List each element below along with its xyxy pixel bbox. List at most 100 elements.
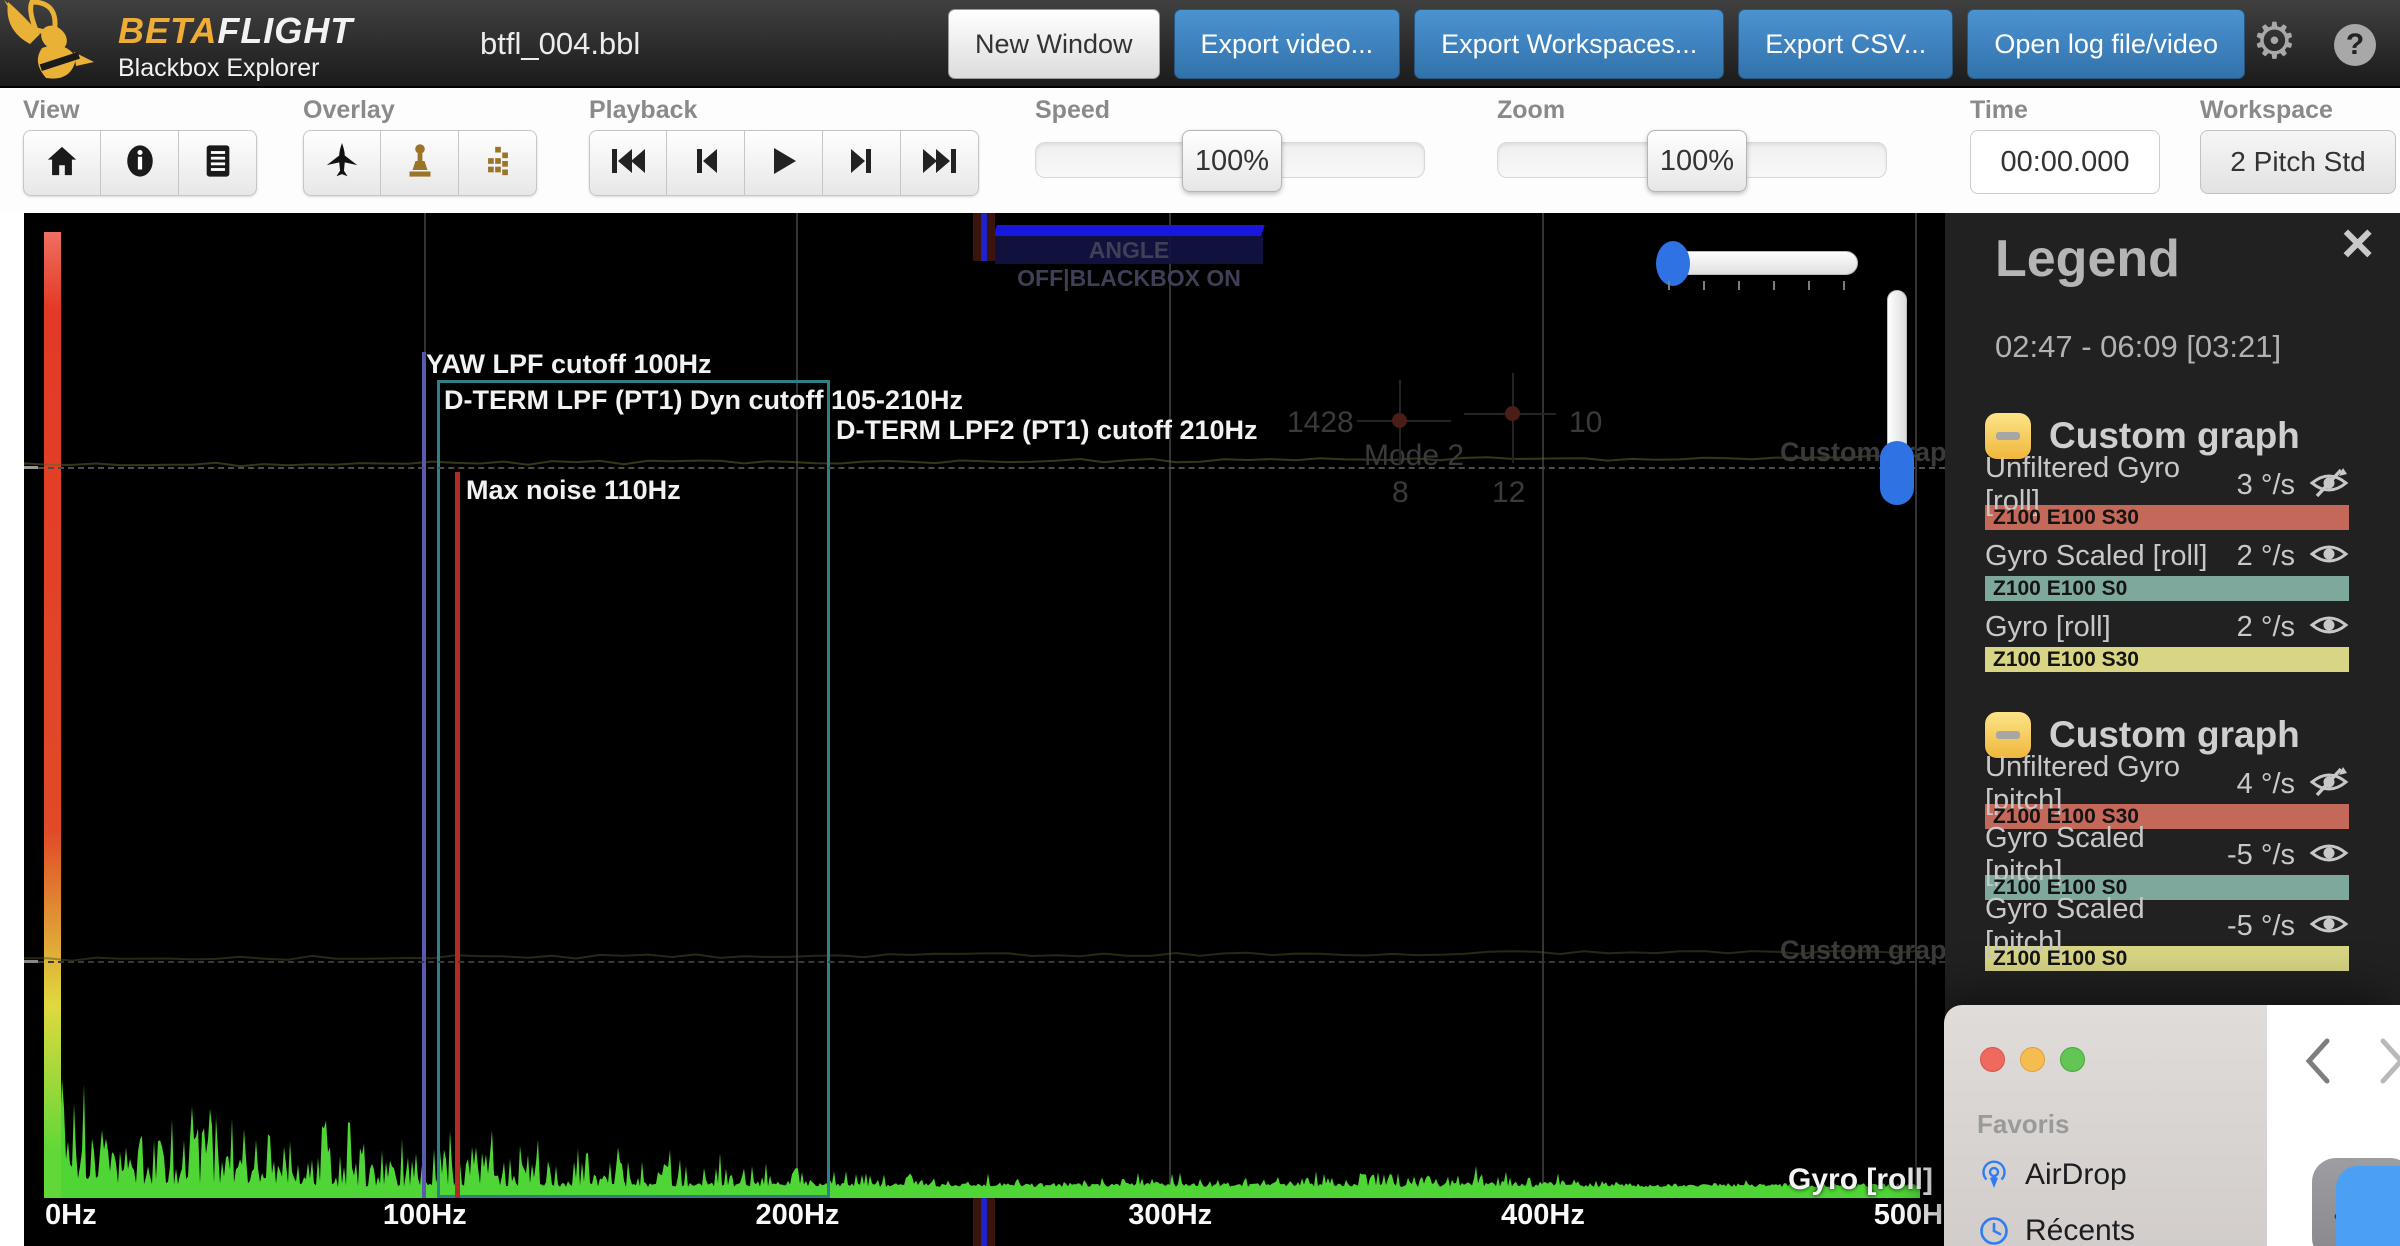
eye-slash-icon[interactable] xyxy=(2309,467,2349,503)
minimize-traffic-light[interactable] xyxy=(2020,1047,2045,1072)
slider-tick xyxy=(1843,281,1845,290)
event-flag-strip xyxy=(993,225,1265,236)
legend-entry-value: 2 °/s xyxy=(2236,539,2295,572)
slider-tick xyxy=(1738,281,1740,290)
time-field[interactable]: 00:00.000 xyxy=(1970,130,2160,194)
stick-position-dot-right xyxy=(1505,406,1520,421)
dterm-lpf2-annotation: D-TERM LPF2 (PT1) cutoff 210Hz xyxy=(836,415,1258,445)
view-label: View xyxy=(23,96,80,124)
betaflight-bee-icon xyxy=(2,0,114,91)
craft-button[interactable] xyxy=(381,130,459,196)
home-button[interactable] xyxy=(23,130,101,196)
axis-tick-200Hz: 200Hz xyxy=(755,1199,840,1231)
step-forward-icon xyxy=(847,146,877,181)
step-back-icon xyxy=(691,146,721,181)
header-button-export-csv[interactable]: Export CSV... xyxy=(1738,9,1954,79)
playback-label: Playback xyxy=(589,96,698,124)
chevron-right-icon[interactable] xyxy=(2379,1037,2400,1090)
legend-entry-value: 3 °/s xyxy=(2236,468,2295,501)
legend-entry-settings-bar[interactable]: Z100 E100 S0 xyxy=(1985,576,2349,601)
view-button-group xyxy=(23,130,257,196)
play-button[interactable] xyxy=(745,130,823,196)
legend-title: Legend xyxy=(1995,230,2180,288)
eye-icon[interactable] xyxy=(2309,909,2349,944)
legend-entry-name[interactable]: Gyro [roll] xyxy=(1985,611,2237,644)
legend-entry-settings-bar[interactable]: Z100 E100 S30 xyxy=(1985,647,2349,672)
skip-end-button[interactable] xyxy=(901,130,979,196)
stick-value-right: 10 xyxy=(1569,406,1603,439)
app-logo: BETAFLIGHT Blackbox Explorer xyxy=(118,10,353,83)
workspace-select[interactable]: 2 Pitch Std xyxy=(2200,130,2396,194)
step-forward-button[interactable] xyxy=(823,130,901,196)
series-label: Gyro [roll] xyxy=(1788,1163,1934,1196)
header-button-export-video[interactable]: Export video... xyxy=(1173,9,1401,79)
axis-tick-100Hz: 100Hz xyxy=(382,1199,467,1231)
info-button[interactable] xyxy=(101,130,179,196)
open-file-title: btfl_004.bbl xyxy=(480,26,641,61)
section-tick-1 xyxy=(24,466,38,469)
legend-entry: Unfiltered Gyro [roll] 3 °/s Z100 E100 S30 xyxy=(1985,452,2349,530)
header-button-row: New Window Export video... Export Workspac… xyxy=(948,9,2245,79)
spectrum-graph[interactable]: YAW LPF cutoff 100Hz D-TERM LPF (PT1) Dy… xyxy=(24,213,1945,1246)
close-traffic-light[interactable] xyxy=(1980,1047,2005,1072)
app-header: BETAFLIGHT Blackbox Explorer btfl_004.bb… xyxy=(0,0,2400,88)
eye-icon[interactable] xyxy=(2309,838,2349,873)
gear-icon[interactable]: ⚙ xyxy=(2252,12,2297,70)
step-back-button[interactable] xyxy=(667,130,745,196)
axis-tick-500Hz: 500Hz xyxy=(1873,1199,1945,1231)
header-button-new-window[interactable]: New Window xyxy=(948,9,1160,79)
playback-cursor-top[interactable] xyxy=(973,213,995,261)
graph-vertical-slider-handle[interactable] xyxy=(1880,441,1914,505)
header-button-open-log-file-video[interactable]: Open log file/video xyxy=(1967,9,2245,79)
skip-start-button[interactable] xyxy=(589,130,667,196)
event-flag-label: ANGLE OFF|BLACKBOX ON xyxy=(995,236,1263,291)
finder-item-label: Récents xyxy=(2025,1214,2136,1246)
sticks-button[interactable] xyxy=(459,130,537,196)
slider-tick xyxy=(1808,281,1810,290)
airdrop-icon xyxy=(1977,1159,2011,1191)
speed-slider-handle[interactable]: 100% xyxy=(1182,130,1282,192)
eye-icon[interactable] xyxy=(2309,610,2349,645)
legend-entry-value: -5 °/s xyxy=(2227,838,2295,871)
finder-item-airdrop[interactable]: AirDrop xyxy=(1977,1147,2135,1203)
section-divider-1 xyxy=(38,467,1945,469)
chevron-left-icon[interactable] xyxy=(2303,1037,2331,1090)
eye-slash-icon[interactable] xyxy=(2309,766,2349,802)
finder-sidebar: Favoris AirDrop Récents xyxy=(1944,1005,2267,1246)
eye-icon[interactable] xyxy=(2309,539,2349,574)
slider-tick xyxy=(1703,281,1705,290)
yaw-lpf-annotation: YAW LPF cutoff 100Hz xyxy=(426,349,712,379)
axis-tick-0Hz: 0Hz xyxy=(45,1199,97,1231)
playback-cursor-bottom[interactable] xyxy=(973,1198,995,1246)
graph-horizontal-slider-handle[interactable] xyxy=(1656,241,1690,286)
slider-tick xyxy=(1773,281,1775,290)
stick-position-dot-left xyxy=(1392,413,1407,428)
zoom-slider-handle[interactable]: 100% xyxy=(1647,130,1747,192)
header-button-export-workspaces[interactable]: Export Workspaces... xyxy=(1414,9,1725,79)
finder-item-r-cents[interactable]: Récents xyxy=(1977,1203,2135,1246)
legend-entry: Gyro Scaled [roll] 2 °/s Z100 E100 S0 xyxy=(1985,540,2349,601)
log-table-button[interactable] xyxy=(179,130,257,196)
max-noise-annotation: Max noise 110Hz xyxy=(466,475,681,505)
legend-group-title: Custom graph xyxy=(2049,714,2300,755)
toolbar: View Overlay Playback Speed 100% Zoom 10… xyxy=(0,88,2400,213)
logo-subtitle: Blackbox Explorer xyxy=(118,54,320,82)
section-tick-2 xyxy=(24,960,38,963)
finder-favorites-label: Favoris xyxy=(1977,1109,2070,1139)
close-icon[interactable]: × xyxy=(2341,215,2374,271)
legend-entry-value: -5 °/s xyxy=(2227,909,2295,942)
time-label: Time xyxy=(1970,96,2028,124)
legend-entry-name[interactable]: Gyro Scaled [roll] xyxy=(1985,540,2237,573)
legend-entry-value: 2 °/s xyxy=(2236,610,2295,643)
sticks-icon xyxy=(481,144,515,183)
overlay-label: Overlay xyxy=(303,96,395,124)
stick-value-mid: 12 xyxy=(1492,476,1526,509)
skip-start-icon xyxy=(608,146,648,181)
question-icon[interactable]: ? xyxy=(2334,24,2376,66)
info-icon xyxy=(125,144,155,183)
legend-entry: Gyro Scaled [pitch] -5 °/s Z100 E100 S0 xyxy=(1985,822,2349,900)
stick-mode-label: Mode 2 xyxy=(1364,439,1465,472)
zoom-traffic-light[interactable] xyxy=(2060,1047,2085,1072)
plane-button[interactable] xyxy=(303,130,381,196)
finder-window[interactable]: Favoris AirDrop Récents xyxy=(1944,1005,2400,1246)
